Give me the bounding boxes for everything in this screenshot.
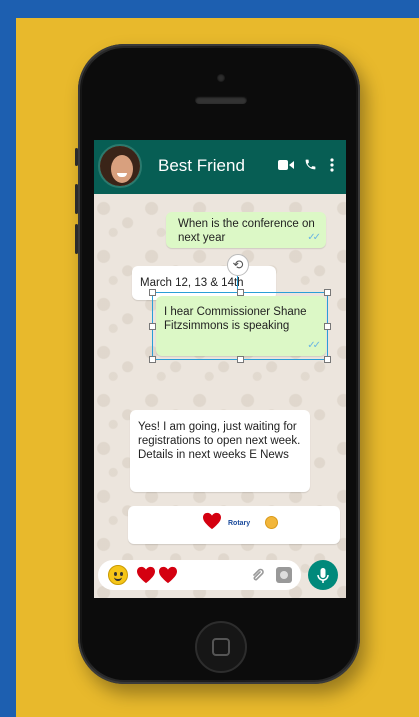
microphone-icon[interactable] xyxy=(308,560,338,590)
phone-volume-up xyxy=(75,184,78,214)
resize-handle[interactable] xyxy=(149,356,156,363)
message-bubble-outgoing[interactable]: When is the conference on next year ✓✓ xyxy=(166,212,326,248)
message-text: Yes! I am going, just waiting for regist… xyxy=(138,421,301,461)
home-button[interactable] xyxy=(195,621,247,673)
read-receipt-icon: ✓✓ xyxy=(307,232,321,243)
resize-handle[interactable] xyxy=(149,323,156,330)
resize-handle[interactable] xyxy=(324,356,331,363)
rotary-wheel-icon xyxy=(265,516,278,529)
phone-side-button xyxy=(75,148,78,166)
message-input[interactable] xyxy=(98,560,301,590)
avatar[interactable] xyxy=(98,144,142,188)
message-text: When is the conference on next year xyxy=(178,218,315,244)
heart-emoji-icon xyxy=(158,566,178,589)
resize-handle[interactable] xyxy=(149,289,156,296)
phone-frame: Best Friend When is the conference on ne… xyxy=(75,44,360,684)
chat-header: Best Friend xyxy=(94,140,346,194)
earpiece-speaker xyxy=(195,96,247,104)
resize-handle[interactable] xyxy=(237,289,244,296)
selection-box[interactable] xyxy=(149,289,331,363)
resize-handle[interactable] xyxy=(237,356,244,363)
rotary-logo-text: Rotary xyxy=(228,520,251,527)
smiley-emoji-icon[interactable] xyxy=(108,565,128,585)
phone-screen: Best Friend When is the conference on ne… xyxy=(94,140,346,598)
heart-emoji-icon xyxy=(202,512,222,535)
message-input-bar xyxy=(94,550,346,598)
front-camera xyxy=(217,74,225,82)
rotate-handle-icon[interactable]: ⟲ xyxy=(227,254,249,276)
resize-handle[interactable] xyxy=(324,289,331,296)
more-vertical-icon[interactable] xyxy=(330,158,334,175)
heart-emoji-icon xyxy=(136,566,156,589)
phone-icon[interactable] xyxy=(304,158,317,174)
camera-icon[interactable] xyxy=(276,567,292,583)
contact-name[interactable]: Best Friend xyxy=(158,156,245,176)
paperclip-icon[interactable] xyxy=(250,566,266,587)
resize-handle[interactable] xyxy=(324,323,331,330)
phone-volume-down xyxy=(75,224,78,254)
message-text: March 12, 13 & 14th xyxy=(140,277,244,289)
video-camera-icon[interactable] xyxy=(278,158,294,174)
message-bubble-incoming[interactable]: Yes! I am going, just waiting for regist… xyxy=(130,410,310,492)
